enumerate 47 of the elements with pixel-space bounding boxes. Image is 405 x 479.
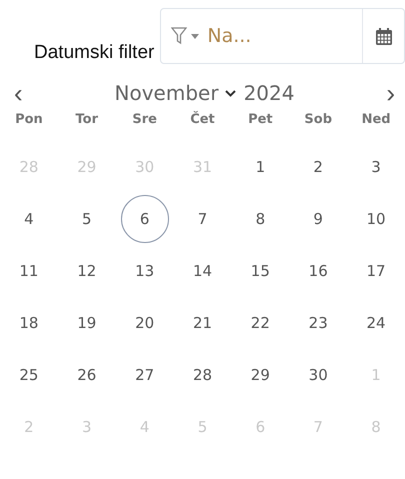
day-cell[interactable]: 11 [4, 247, 53, 295]
day-cell[interactable]: 22 [236, 299, 284, 347]
weekday-label: Pon [14, 111, 44, 129]
day-cell[interactable]: 2 [294, 143, 342, 191]
weekday-label: Čet [189, 110, 216, 129]
day-cell[interactable]: 5 [62, 195, 111, 243]
day-cell[interactable]: 30 [294, 351, 342, 399]
year-label[interactable]: 2024 [244, 81, 294, 105]
previous-month-button[interactable]: ‹ [14, 80, 23, 106]
next-month-button[interactable]: › [386, 80, 395, 106]
weekday-label: Tor [74, 111, 100, 129]
day-cell[interactable]: 15 [236, 247, 284, 295]
day-cell[interactable]: 14 [178, 247, 226, 295]
day-cell[interactable]: 13 [120, 247, 169, 295]
weekday-label: Sre [131, 111, 158, 129]
day-cell[interactable]: 29 [236, 351, 284, 399]
day-cell[interactable]: 28 [178, 351, 226, 399]
day-cell[interactable]: 3 [352, 143, 400, 191]
day-cell[interactable]: 27 [120, 351, 169, 399]
day-cell[interactable]: 10 [352, 195, 400, 243]
filter-icon [171, 27, 188, 45]
day-cell[interactable]: 17 [352, 247, 400, 295]
day-cell[interactable]: 4 [4, 195, 53, 243]
month-dropdown[interactable]: November [114, 81, 236, 105]
day-cell[interactable]: 9 [294, 195, 342, 243]
weekday-label: Ned [360, 111, 392, 129]
day-cell[interactable]: 23 [294, 299, 342, 347]
weekday-label: Sob [303, 111, 334, 129]
filter-label: Datumski filter [34, 42, 154, 64]
day-cell[interactable]: 6 [120, 195, 169, 243]
day-cell[interactable]: 18 [4, 299, 53, 347]
day-cell[interactable]: 12 [62, 247, 111, 295]
filter-value: Na... [206, 25, 252, 47]
weekday-label: Pet [247, 111, 274, 129]
chevron-down-icon [224, 90, 236, 96]
day-cell[interactable]: 19 [62, 299, 111, 347]
caret-icon [191, 34, 200, 38]
day-cell[interactable]: 1 [236, 143, 284, 191]
calendar-icon [376, 28, 392, 44]
day-cell[interactable]: 7 [178, 195, 226, 243]
day-cell[interactable]: 20 [120, 299, 169, 347]
day-cell[interactable]: 16 [294, 247, 342, 295]
day-cell[interactable]: 8 [236, 195, 284, 243]
day-cell[interactable]: 24 [352, 299, 400, 347]
day-cell[interactable]: 21 [178, 299, 226, 347]
day-cell[interactable]: 26 [62, 351, 111, 399]
day-cell[interactable]: 25 [4, 351, 53, 399]
